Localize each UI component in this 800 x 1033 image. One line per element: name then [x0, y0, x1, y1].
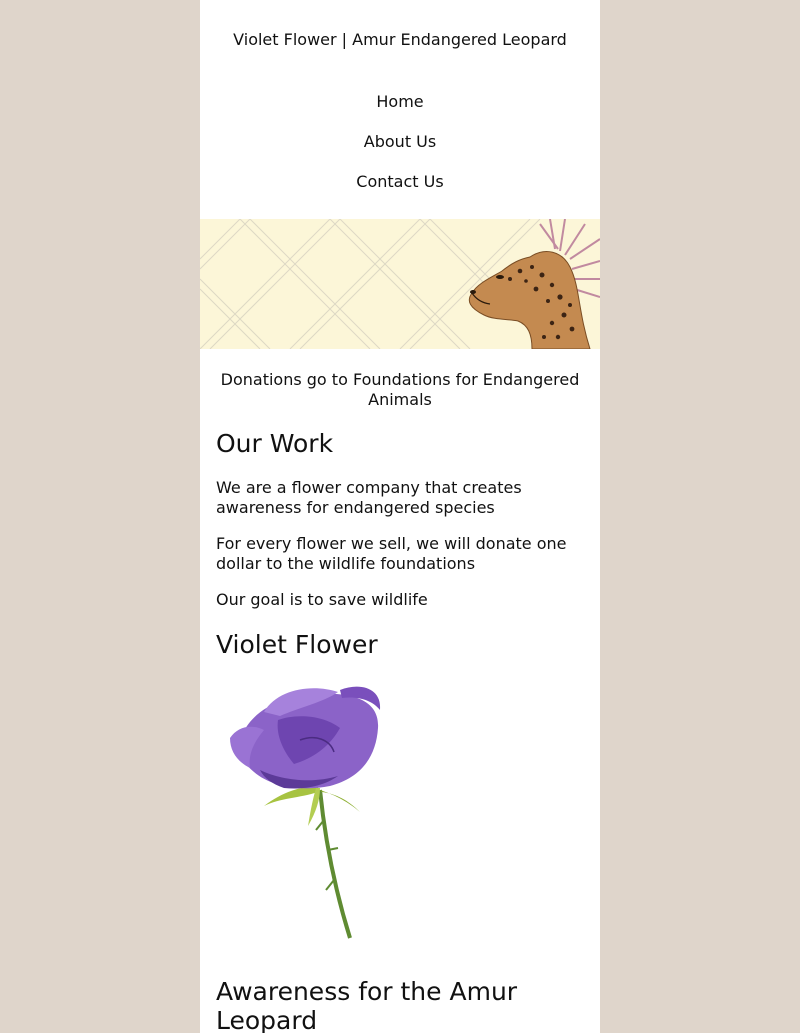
awareness-heading: Awareness for the Amur Leopard	[216, 977, 518, 1033]
nav-item-about: About Us	[200, 132, 600, 172]
nav-link-home[interactable]: Home	[376, 92, 423, 111]
nav-item-home: Home	[200, 92, 600, 132]
content-column: Violet Flower | Amur Endangered Leopard …	[200, 0, 600, 1033]
our-work-paragraph-1: We are a flower company that creates awa…	[216, 478, 522, 517]
our-work-paragraph-3: Our goal is to save wildlife	[216, 590, 428, 609]
nav-link-contact[interactable]: Contact Us	[356, 172, 443, 191]
violet-rose-image	[230, 686, 381, 939]
our-work-heading: Our Work	[216, 429, 334, 458]
main-nav: Home About Us Contact Us	[200, 92, 600, 212]
violet-flower-heading: Violet Flower	[216, 630, 378, 659]
donation-tagline: Donations go to Foundations for Endanger…	[220, 370, 580, 409]
leopard-image	[468, 219, 600, 349]
our-work-paragraph-2: For every flower we sell, we will donate…	[216, 534, 567, 573]
nav-item-contact: Contact Us	[200, 172, 600, 212]
nav-link-about[interactable]: About Us	[364, 132, 436, 151]
site-title: Violet Flower | Amur Endangered Leopard	[233, 30, 567, 49]
hero-banner	[200, 219, 600, 349]
